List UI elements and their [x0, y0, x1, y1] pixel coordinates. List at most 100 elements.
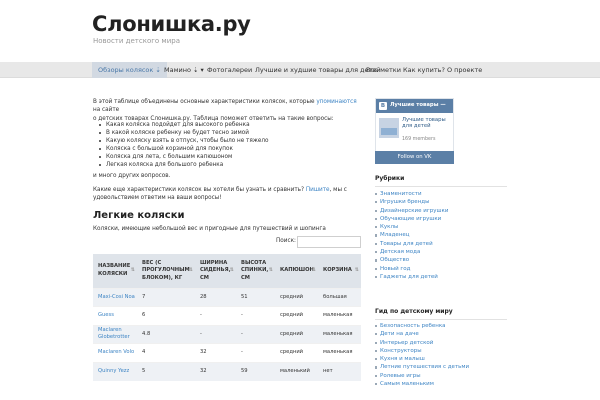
stroller-name-link[interactable]: Maclaren Globetrotter: [93, 324, 137, 344]
stroller-name-link[interactable]: Maclaren Volo: [93, 343, 137, 362]
table-cell: 5: [137, 361, 195, 381]
vk-logo-icon: B: [379, 102, 387, 110]
main-content: В этой таблице объединены основные харак…: [93, 98, 365, 123]
table-cell: средний: [275, 306, 318, 325]
column-header-weight[interactable]: ВЕС (С ПРОГУЛОЧНЫМ БЛОКОМ), КГ ⇅: [137, 254, 195, 288]
column-header-basket[interactable]: КОРЗИНА ⇅: [318, 254, 361, 288]
rubric-item[interactable]: Товары для детей: [375, 240, 507, 248]
guide-list: Безопасность ребенка Дети на даче Интерь…: [375, 322, 507, 388]
vk-widget-header[interactable]: B Лучшие товары —: [376, 99, 453, 113]
vk-group-avatar[interactable]: [379, 118, 399, 138]
sort-icon: ⇅: [130, 267, 135, 273]
ask-text: Какие еще характеристики колясок вы хоте…: [93, 187, 306, 193]
sort-icon: ⇅: [311, 267, 316, 273]
list-item: Какую коляску взять в отпуск, чтобы было…: [99, 137, 269, 145]
list-item: В какой коляске ребенку не будет тесно з…: [99, 129, 269, 137]
guide-item[interactable]: Конструкторы: [375, 347, 507, 355]
intro-text: В этой таблице объединены основные харак…: [93, 99, 317, 105]
rubric-item[interactable]: Знаменитости: [375, 190, 507, 198]
table-cell: 28: [195, 287, 236, 307]
guide-item[interactable]: Безопасность ребенка: [375, 322, 507, 330]
table-cell: 6: [137, 306, 195, 325]
table-cell: 51: [236, 287, 275, 307]
sort-icon: ⇅: [188, 267, 193, 273]
guide-title: Гид по детскому миру: [375, 308, 453, 315]
table-cell: 7: [137, 287, 195, 307]
stroller-name-link[interactable]: Quinny Yezz: [93, 361, 137, 381]
strollers-table: НАЗВАНИЕ КОЛЯСКИ ⇅ ВЕС (С ПРОГУЛОЧНЫМ БЛО…: [93, 254, 361, 381]
table-row: Maclaren Globetrotter 4.8 - - средний ма…: [93, 324, 361, 344]
rubric-item[interactable]: Игрушки бренды: [375, 198, 507, 206]
more-questions-text: и много других вопросов.: [93, 173, 171, 179]
main-navigation: Обзоры колясок ⇣ Мамино ⇣ ▾ Фотогалереи …: [0, 62, 600, 78]
guide-item[interactable]: Кухня и малыш: [375, 355, 507, 363]
site-title[interactable]: Слонишка.ру: [92, 12, 251, 36]
table-row: Maxi-Cosi Noa 7 28 51 средний большая: [93, 287, 361, 307]
sort-icon: ⇅: [354, 267, 359, 273]
nav-item-stroller-reviews[interactable]: Обзоры колясок ⇣: [92, 62, 167, 78]
table-cell: 59: [236, 361, 275, 381]
nav-item-best-worst-products[interactable]: Лучшие и худшие товары для детей: [255, 62, 381, 78]
rubric-item[interactable]: Новый год: [375, 265, 507, 273]
column-header-name[interactable]: НАЗВАНИЕ КОЛЯСКИ ⇅: [93, 254, 137, 288]
table-cell: 32: [195, 343, 236, 362]
rubric-item[interactable]: Гаджеты для детей: [375, 273, 507, 281]
intro-paragraph: В этой таблице объединены основные харак…: [93, 98, 365, 123]
table-cell: -: [195, 324, 236, 344]
nav-item-all-tags[interactable]: Все метки: [366, 62, 401, 78]
rubrics-list: Знаменитости Игрушки бренды Дизайнерские…: [375, 190, 507, 281]
rubric-item[interactable]: Общество: [375, 256, 507, 264]
table-header-row: НАЗВАНИЕ КОЛЯСКИ ⇅ ВЕС (С ПРОГУЛОЧНЫМ БЛО…: [93, 254, 361, 288]
rubrics-title: Рубрики: [375, 175, 405, 182]
guide-item[interactable]: Летние путешествия с детьми: [375, 363, 507, 371]
table-row: Maclaren Volo 4 32 - средний маленькая: [93, 343, 361, 362]
section-subtitle: Коляски, имеющие небольшой вес и пригодн…: [93, 226, 326, 232]
rubric-item[interactable]: Младенец: [375, 231, 507, 239]
search-label: Поиск:: [276, 238, 296, 244]
ask-text-2: , мы с: [329, 187, 347, 193]
table-cell: средний: [275, 343, 318, 362]
table-row: Quinny Yezz 5 32 59 маленький нет: [93, 361, 361, 381]
table-cell: нет: [318, 361, 361, 381]
table-cell: -: [236, 306, 275, 325]
section-title: Легкие коляски: [93, 210, 185, 221]
nav-item-about[interactable]: О проекте: [447, 62, 482, 78]
rubric-item[interactable]: Обучающие игрушки: [375, 215, 507, 223]
table-cell: средний: [275, 324, 318, 344]
nav-item-photo-galleries[interactable]: Фотогалереи: [207, 62, 252, 78]
search-input[interactable]: [297, 236, 361, 248]
stroller-name-link[interactable]: Maxi-Cosi Noa: [93, 287, 137, 307]
sort-icon: ⇅: [229, 267, 234, 273]
table-cell: 4: [137, 343, 195, 362]
column-header-back-height[interactable]: ВЫСОТА СПИНКИ, СМ ⇅: [236, 254, 275, 288]
table-cell: средний: [275, 287, 318, 307]
column-header-seat-width[interactable]: ШИРИНА СИДЕНЬЯ, СМ ⇅: [195, 254, 236, 288]
vk-members-count: 169 members: [402, 137, 436, 142]
guide-item[interactable]: Ролевые игры: [375, 372, 507, 380]
nav-item-how-to-buy[interactable]: Как купить?: [403, 62, 445, 78]
guide-item[interactable]: Интерьер детской: [375, 339, 507, 347]
table-cell: 4.8: [137, 324, 195, 344]
table-cell: маленькая: [318, 324, 361, 344]
rubric-item[interactable]: Куклы: [375, 223, 507, 231]
ask-text-3: удовольствием ответим на ваши вопросы!: [93, 195, 222, 202]
vk-header-title: Лучшие товары —: [390, 102, 446, 108]
guide-item[interactable]: Самым маленьким: [375, 380, 507, 388]
site-header: Слонишка.ру Новости детского мира: [0, 0, 600, 62]
rubric-item[interactable]: Дизайнерские игрушки: [375, 207, 507, 215]
write-us-link[interactable]: Пишите: [306, 187, 330, 193]
table-cell: -: [236, 324, 275, 344]
vk-group-name[interactable]: Лучшие товары для детей: [402, 117, 452, 129]
guide-item[interactable]: Дети на даче: [375, 330, 507, 338]
table-cell: -: [236, 343, 275, 362]
mentions-link[interactable]: упоминаются: [316, 99, 356, 105]
ask-paragraph: Какие еще характеристики колясок вы хоте…: [93, 186, 365, 203]
rubric-item[interactable]: Детская мода: [375, 248, 507, 256]
nav-item-mom[interactable]: Мамино ⇣ ▾: [164, 62, 204, 78]
vk-follow-button[interactable]: Follow on VK: [375, 151, 454, 164]
stroller-name-link[interactable]: Guess: [93, 306, 137, 325]
table-cell: 32: [195, 361, 236, 381]
list-item: Какая коляска подойдет для высокого ребе…: [99, 121, 269, 129]
questions-list: Какая коляска подойдет для высокого ребе…: [99, 121, 269, 169]
column-header-hood[interactable]: КАПЮШОН ⇅: [275, 254, 318, 288]
